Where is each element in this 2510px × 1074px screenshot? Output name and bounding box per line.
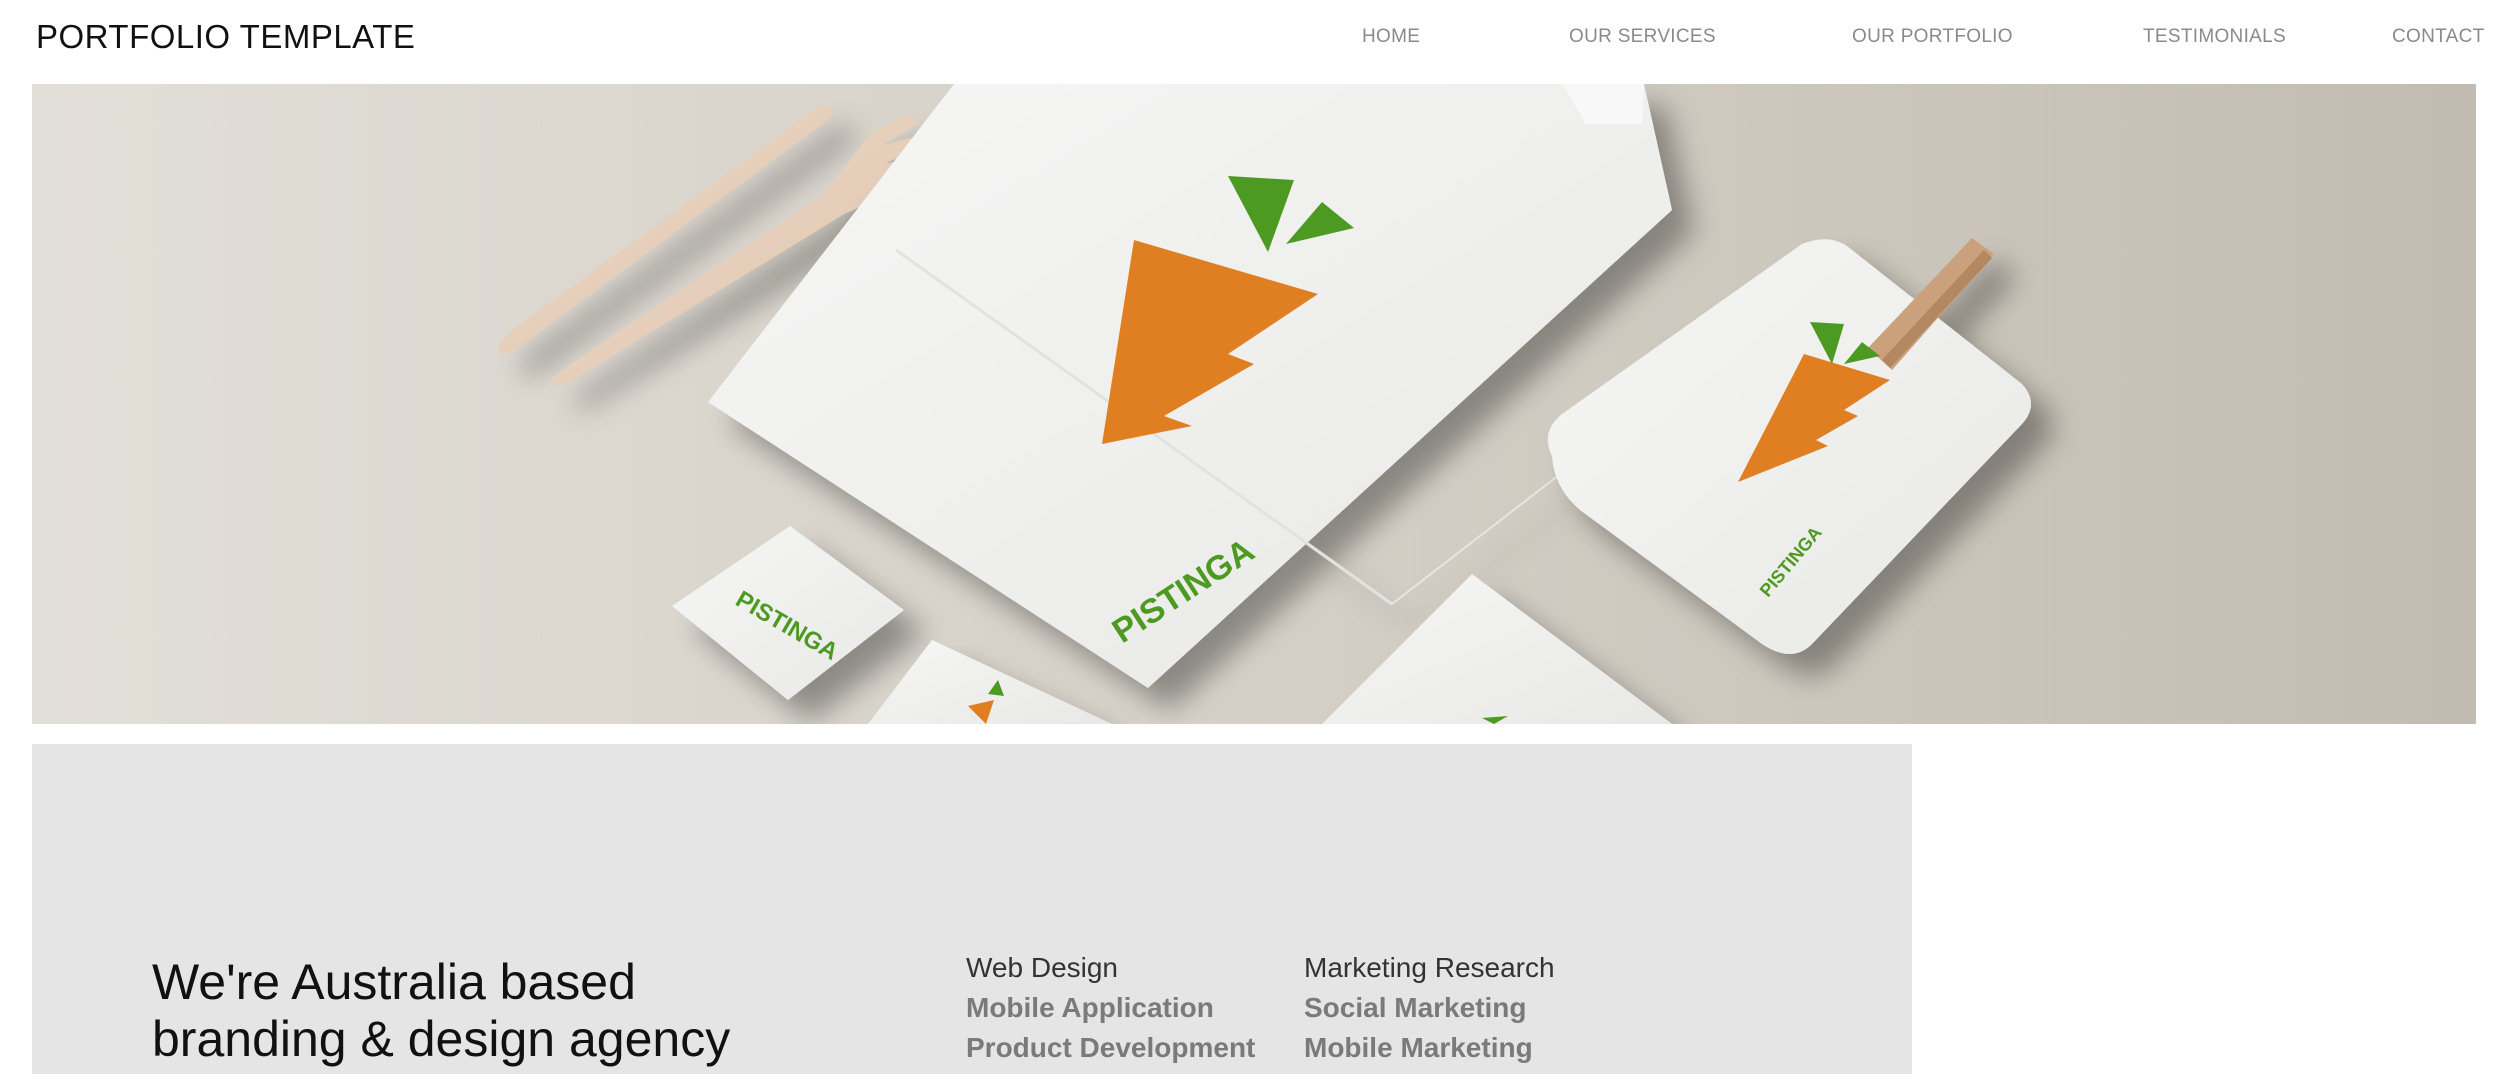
about-heading-line2: branding & design agency xyxy=(152,1011,731,1067)
hero-illustration: PISTINGA PISTINGA PISTINGA xyxy=(32,84,2476,724)
services-column-2: Marketing Research Social Marketing Mobi… xyxy=(1304,948,1555,1068)
about-heading-line1: We're Australia based xyxy=(152,954,636,1010)
service-product-development: Product Development xyxy=(966,1032,1256,1063)
nav-our-services[interactable]: OUR SERVICES xyxy=(1569,26,1716,48)
service-marketing-research: Marketing Research xyxy=(1304,952,1555,983)
service-mobile-marketing: Mobile Marketing xyxy=(1304,1032,1533,1063)
services-column-1: Web Design Mobile Application Product De… xyxy=(966,948,1255,1068)
service-mobile-application: Mobile Application xyxy=(966,992,1214,1023)
service-web-design: Web Design xyxy=(966,952,1119,983)
nav-testimonials[interactable]: TESTIMONIALS xyxy=(2143,26,2286,48)
nav-contact[interactable]: CONTACT xyxy=(2392,26,2485,48)
main-nav: HOME OUR SERVICES OUR PORTFOLIO TESTIMON… xyxy=(0,26,2510,56)
site-header: PORTFOLIO TEMPLATE HOME OUR SERVICES OUR… xyxy=(0,0,2510,84)
about-heading: We're Australia based branding & design … xyxy=(152,954,852,1068)
hero-image: PISTINGA PISTINGA PISTINGA xyxy=(32,84,2476,724)
service-social-marketing: Social Marketing xyxy=(1304,992,1527,1023)
nav-home[interactable]: HOME xyxy=(1362,26,1420,48)
about-section: We're Australia based branding & design … xyxy=(32,744,1912,1074)
nav-our-portfolio[interactable]: OUR PORTFOLIO xyxy=(1852,26,2013,48)
